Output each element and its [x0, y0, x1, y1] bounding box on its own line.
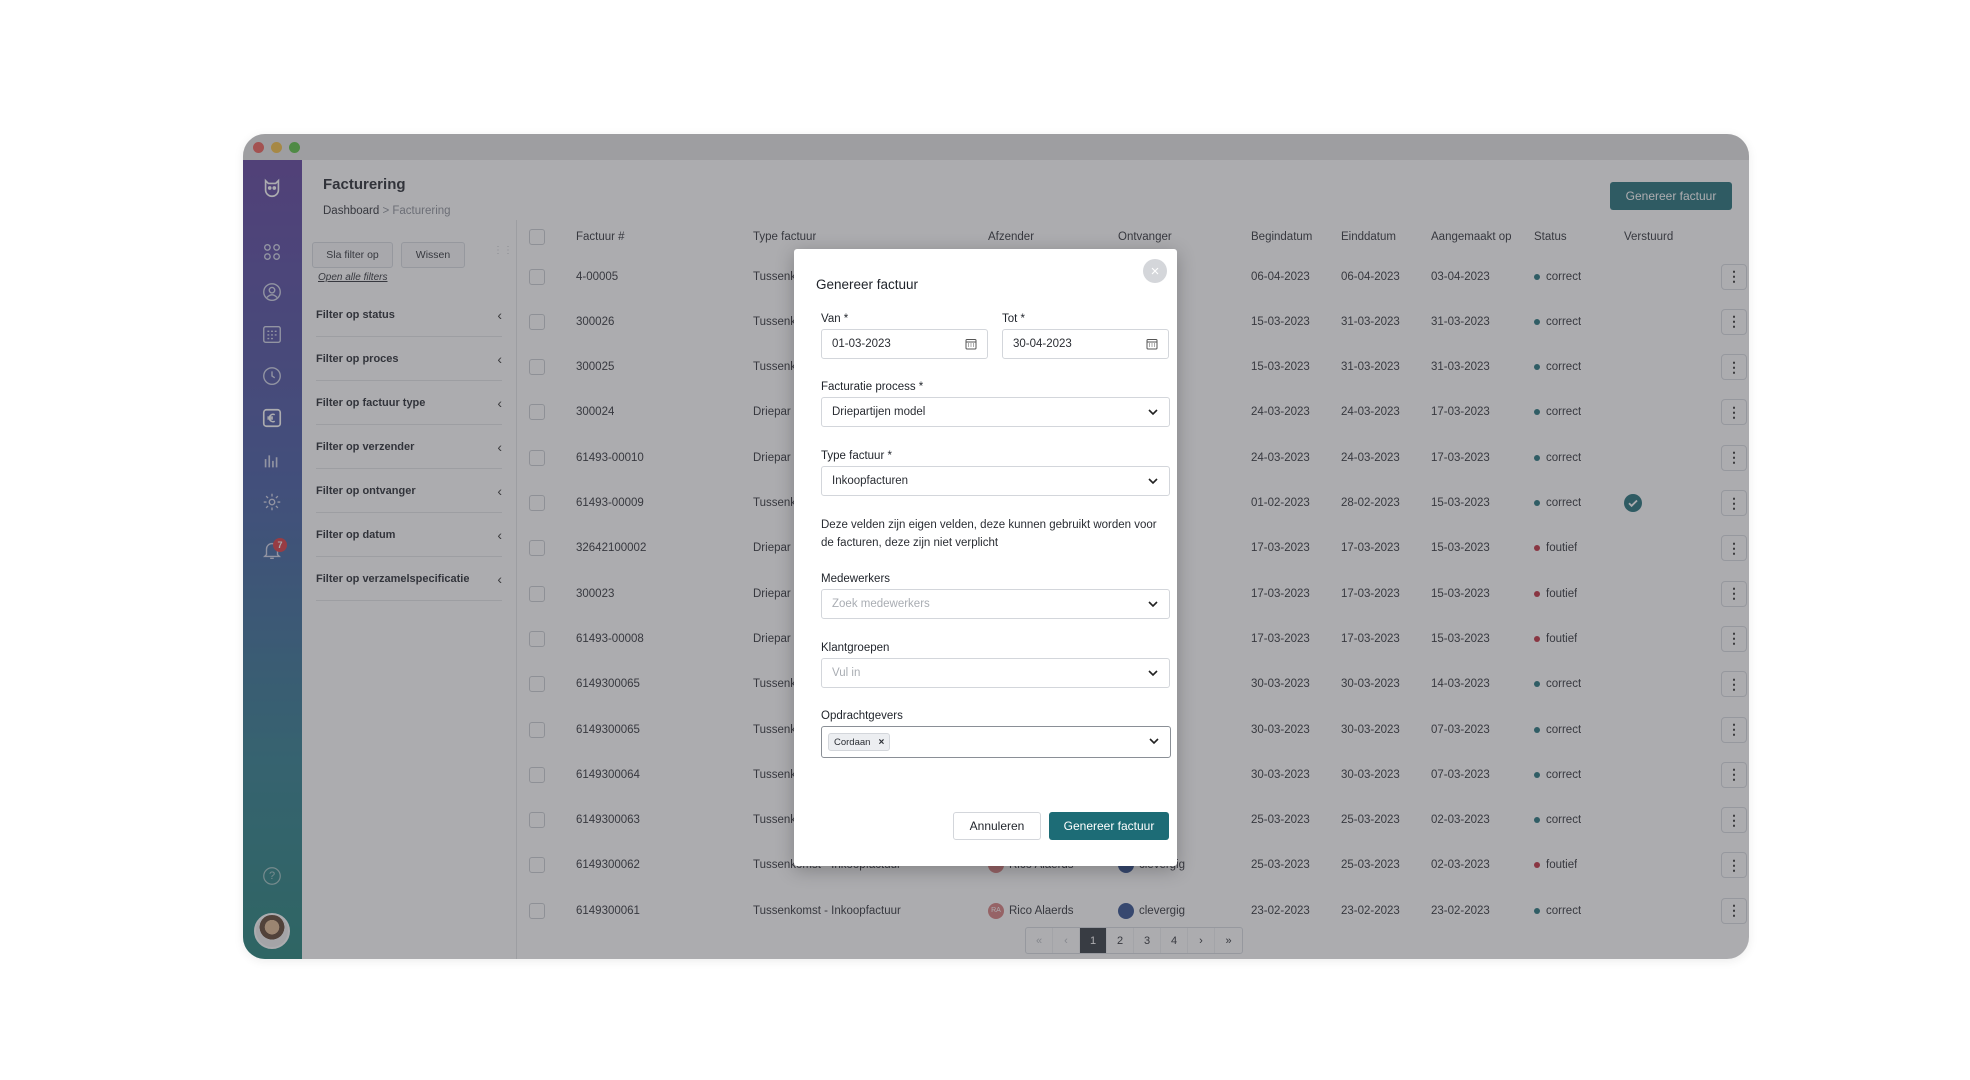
process-value: Driepartijen model — [832, 406, 926, 418]
tot-label: Tot * — [1002, 313, 1026, 325]
modal-title: Genereer factuur — [816, 277, 919, 292]
klantgroepen-placeholder: Vul in — [832, 667, 861, 679]
medewerkers-label: Medewerkers — [821, 573, 891, 585]
process-select[interactable]: Driepartijen model — [821, 397, 1170, 427]
chevron-down-icon — [1146, 474, 1160, 488]
chevron-down-icon — [1146, 405, 1160, 419]
generate-invoice-modal: Genereer factuur × Van * 01-03-2023 Tot … — [794, 249, 1177, 866]
van-label: Van * — [821, 313, 849, 325]
medewerkers-select[interactable]: Zoek medewerkers — [821, 589, 1170, 619]
generate-invoice-submit-button[interactable]: Genereer factuur — [1049, 812, 1169, 840]
calendar-icon[interactable] — [1145, 337, 1159, 351]
tot-date-field[interactable]: 30-04-2023 — [1002, 329, 1169, 359]
opdrachtgevers-label: Opdrachtgevers — [821, 710, 903, 722]
calendar-icon[interactable] — [964, 337, 978, 351]
type-label: Type factuur * — [821, 450, 892, 462]
cancel-button[interactable]: Annuleren — [953, 812, 1041, 840]
tot-value: 30-04-2023 — [1013, 338, 1072, 350]
type-select[interactable]: Inkoopfacturen — [821, 466, 1170, 496]
klantgroepen-label: Klantgroepen — [821, 642, 890, 654]
van-date-field[interactable]: 01-03-2023 — [821, 329, 988, 359]
klantgroepen-select[interactable]: Vul in — [821, 658, 1170, 688]
chevron-down-icon — [1146, 666, 1160, 680]
optional-fields-hint: Deze velden zijn eigen velden, deze kunn… — [821, 519, 1157, 549]
van-value: 01-03-2023 — [832, 338, 891, 350]
opdrachtgever-chip: Cordaan × — [828, 733, 891, 751]
chip-remove-icon[interactable]: × — [878, 737, 884, 748]
medewerkers-placeholder: Zoek medewerkers — [832, 598, 930, 610]
chevron-down-icon — [1146, 597, 1160, 611]
type-value: Inkoopfacturen — [832, 475, 909, 487]
process-label: Facturatie process * — [821, 381, 924, 393]
opdrachtgevers-select[interactable]: Cordaan × — [821, 726, 1171, 758]
chip-label: Cordaan — [834, 736, 871, 748]
close-icon[interactable]: × — [1143, 259, 1167, 283]
chevron-down-icon — [1147, 734, 1161, 748]
